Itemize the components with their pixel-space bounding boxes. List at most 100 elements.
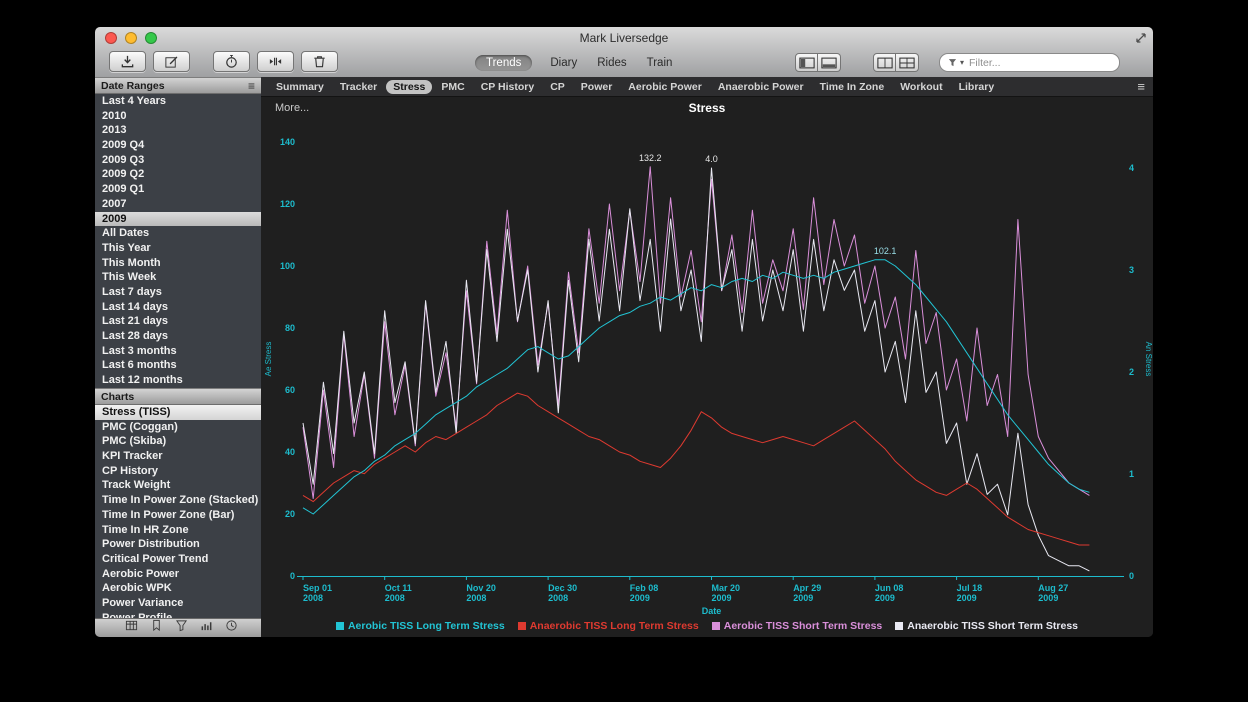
svg-text:2009: 2009 [630, 593, 650, 603]
chart-item-stress-tiss[interactable]: Stress (TISS) [95, 405, 261, 420]
date-range-this-week[interactable]: This Week [95, 270, 261, 285]
date-range-last-12-months[interactable]: Last 12 months [95, 373, 261, 388]
date-range-2009-q4[interactable]: 2009 Q4 [95, 138, 261, 153]
legend-item-anaerobic-tiss-long-term-stress: Anaerobic TISS Long Term Stress [518, 620, 699, 632]
tab-pmc[interactable]: PMC [434, 80, 471, 94]
date-range-2010[interactable]: 2010 [95, 109, 261, 124]
tab-power[interactable]: Power [574, 80, 620, 94]
svg-text:2009: 2009 [957, 593, 977, 603]
minimize-button[interactable] [125, 32, 137, 44]
filter-field[interactable]: ▾ [939, 53, 1120, 72]
date-ranges-header[interactable]: Date Ranges ≡ [95, 77, 261, 94]
date-range-2009-q2[interactable]: 2009 Q2 [95, 167, 261, 182]
legend-swatch [712, 622, 720, 630]
svg-text:Date: Date [702, 606, 722, 616]
chart-view-button[interactable] [896, 53, 919, 72]
toolbar-right: ▾ [795, 53, 1120, 72]
fullscreen-icon[interactable] [1134, 31, 1148, 45]
date-range-2009-q1[interactable]: 2009 Q1 [95, 182, 261, 197]
view-tab-train[interactable]: Train [645, 55, 675, 71]
view-tab-rides[interactable]: Rides [595, 55, 628, 71]
tab-tracker[interactable]: Tracker [333, 80, 384, 94]
tab-workout[interactable]: Workout [893, 80, 949, 94]
date-range-this-month[interactable]: This Month [95, 256, 261, 271]
panel-bottom-button[interactable] [818, 53, 841, 72]
date-range-last-3-months[interactable]: Last 3 months [95, 344, 261, 359]
date-range-last-21-days[interactable]: Last 21 days [95, 314, 261, 329]
title-bar[interactable]: Mark Liversedge [95, 27, 1153, 49]
chart-item-pmc-coggan[interactable]: PMC (Coggan) [95, 420, 261, 435]
chart-item-aerobic-power[interactable]: Aerobic Power [95, 567, 261, 582]
chart-item-time-in-power-zone-bar[interactable]: Time In Power Zone (Bar) [95, 508, 261, 523]
date-range-all-dates[interactable]: All Dates [95, 226, 261, 241]
date-range-last-7-days[interactable]: Last 7 days [95, 285, 261, 300]
svg-text:Jun 08: Jun 08 [875, 583, 904, 593]
svg-text:120: 120 [280, 199, 295, 209]
date-range-last-4-years[interactable]: Last 4 Years [95, 94, 261, 109]
svg-text:Apr 29: Apr 29 [793, 583, 821, 593]
date-range-list: Last 4 Years201020132009 Q42009 Q32009 Q… [95, 94, 261, 388]
table-button[interactable] [125, 619, 138, 637]
chart-item-critical-power-trend[interactable]: Critical Power Trend [95, 552, 261, 567]
bars-button[interactable] [200, 619, 213, 637]
chart-item-time-in-power-zone-stacked[interactable]: Time In Power Zone (Stacked) [95, 493, 261, 508]
panel-left-icon [799, 57, 815, 69]
charts-header[interactable]: Charts [95, 388, 261, 405]
layout-toggle-group [873, 53, 919, 72]
clock-button[interactable] [225, 619, 238, 637]
svg-text:Jul 18: Jul 18 [957, 583, 983, 593]
svg-text:Ae Stress: Ae Stress [264, 342, 273, 377]
close-button[interactable] [105, 32, 117, 44]
bookmark-button[interactable] [150, 619, 163, 637]
date-range-last-6-months[interactable]: Last 6 months [95, 358, 261, 373]
chart-item-aerobic-wpk[interactable]: Aerobic WPK [95, 581, 261, 596]
view-tab-diary[interactable]: Diary [548, 55, 579, 71]
date-range-2007[interactable]: 2007 [95, 197, 261, 212]
date-range-2013[interactable]: 2013 [95, 123, 261, 138]
tab-stress[interactable]: Stress [386, 80, 432, 94]
chart-item-kpi-tracker[interactable]: KPI Tracker [95, 449, 261, 464]
menu-icon[interactable]: ≡ [248, 79, 255, 93]
tab-time-in-zone[interactable]: Time In Zone [813, 80, 892, 94]
view-tab-trends[interactable]: Trends [475, 55, 532, 71]
tab-library[interactable]: Library [952, 80, 1002, 94]
date-range-2009[interactable]: 2009 [95, 212, 261, 227]
tabbar-menu-icon[interactable]: ≡ [1137, 80, 1145, 93]
tile-view-icon [877, 57, 893, 69]
tab-cp[interactable]: CP [543, 80, 572, 94]
tile-view-button[interactable] [873, 53, 896, 72]
stress-chart[interactable]: Sep 012008Oct 112008Nov 202008Dec 302008… [261, 97, 1153, 619]
date-range-2009-q3[interactable]: 2009 Q3 [95, 153, 261, 168]
stopwatch-button[interactable] [213, 51, 250, 72]
panel-left-button[interactable] [795, 53, 818, 72]
charts-title: Charts [101, 391, 134, 403]
filter-input[interactable] [967, 56, 1111, 70]
bookmark-icon [150, 619, 163, 636]
svg-text:80: 80 [285, 323, 295, 333]
date-range-last-28-days[interactable]: Last 28 days [95, 329, 261, 344]
chart-item-cp-history[interactable]: CP History [95, 464, 261, 479]
tab-summary[interactable]: Summary [269, 80, 331, 94]
svg-text:An Stress: An Stress [1144, 342, 1153, 377]
trash-button[interactable] [301, 51, 338, 72]
chart-item-power-variance[interactable]: Power Variance [95, 596, 261, 611]
chart-item-pmc-skiba[interactable]: PMC (Skiba) [95, 434, 261, 449]
tab-anaerobic-power[interactable]: Anaerobic Power [711, 80, 811, 94]
legend-label: Aerobic TISS Short Term Stress [724, 620, 883, 632]
series-aerobic-tiss-long-term-stress [303, 260, 1089, 514]
chart-item-track-weight[interactable]: Track Weight [95, 478, 261, 493]
chart-item-power-profile[interactable]: Power Profile [95, 611, 261, 618]
svg-text:2008: 2008 [385, 593, 405, 603]
intervals-button[interactable] [257, 51, 294, 72]
date-range-this-year[interactable]: This Year [95, 241, 261, 256]
tab-aerobic-power[interactable]: Aerobic Power [621, 80, 709, 94]
chart-item-time-in-hr-zone[interactable]: Time In HR Zone [95, 523, 261, 538]
save-button[interactable] [109, 51, 146, 72]
zoom-button[interactable] [145, 32, 157, 44]
chart-item-power-distribution[interactable]: Power Distribution [95, 537, 261, 552]
funnel-button[interactable] [175, 619, 188, 637]
date-range-last-14-days[interactable]: Last 14 days [95, 300, 261, 315]
compose-button[interactable] [153, 51, 190, 72]
trash-icon [312, 54, 327, 69]
tab-cp-history[interactable]: CP History [474, 80, 542, 94]
